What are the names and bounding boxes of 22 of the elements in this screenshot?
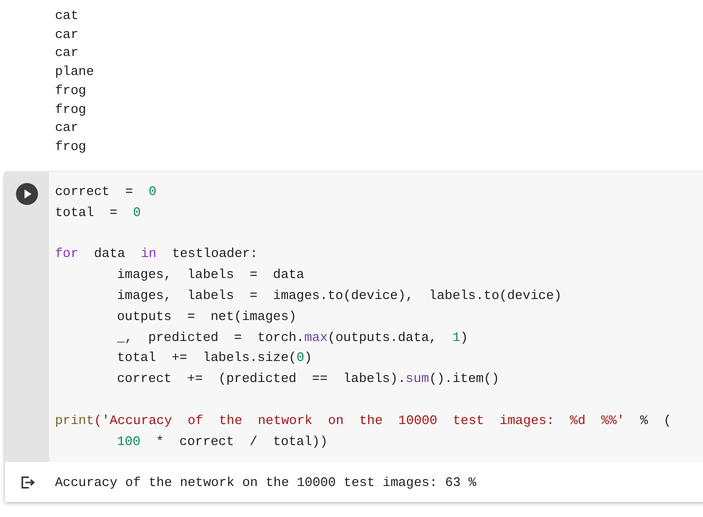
- code-line: _, predicted = torch.max(outputs.data, 1): [116, 328, 470, 347]
- run-button[interactable]: [16, 183, 38, 205]
- code-line: total = 0: [55, 204, 142, 222]
- code-line: print('Accuracy of the network on the 10000 test images: %d %%' % (: [55, 412, 672, 430]
- code-line: correct += (predicted == labels).sum().item(): [116, 370, 500, 388]
- output-line: plane: [55, 63, 96, 82]
- output-line: car: [55, 44, 80, 62]
- output-line: frog: [55, 138, 88, 156]
- code-line: images, labels = data: [116, 266, 306, 284]
- code-line: images, labels = images.to(device), labels.to(device): [116, 286, 563, 305]
- output-icon: [21, 476, 35, 489]
- code-line: total += labels.size(0): [116, 349, 314, 368]
- output-line: cat: [55, 7, 80, 25]
- code-line: correct = 0: [55, 183, 158, 201]
- output-line: frog: [55, 100, 88, 119]
- code-line: for data in testloader:: [55, 245, 259, 264]
- output-line: car: [55, 119, 80, 138]
- code-line: 100 * correct / total)): [116, 432, 329, 451]
- output-line: frog: [55, 82, 88, 100]
- cell-output: Accuracy of the network on the 10000 test images: 63 %: [55, 474, 476, 490]
- output-line: car: [55, 26, 80, 44]
- code-line: outputs = net(images): [116, 308, 298, 326]
